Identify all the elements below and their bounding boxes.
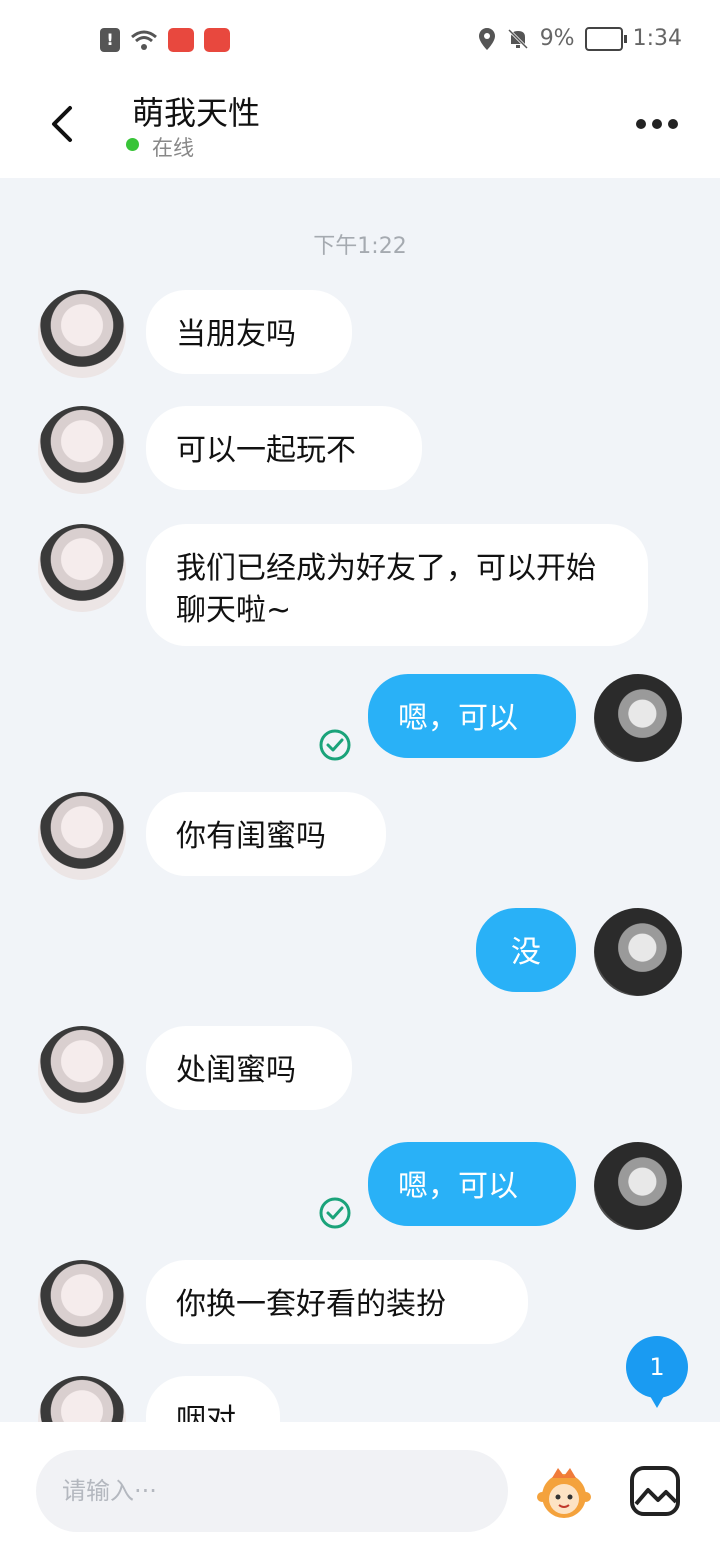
incoming-message-bubble[interactable]: 你有闺蜜吗 (146, 792, 386, 876)
chat-header: 萌我天性 在线 (0, 84, 720, 178)
status-left: ! (100, 28, 230, 52)
contact-avatar[interactable] (38, 792, 126, 880)
message-timestamp: 下午1:22 (313, 234, 407, 259)
my-avatar[interactable] (594, 1142, 682, 1230)
alert-icon: ! (100, 28, 120, 52)
incoming-message-bubble[interactable]: 你换一套好看的装扮 (146, 1260, 528, 1344)
battery-icon (584, 26, 627, 51)
input-bar (0, 1422, 720, 1560)
location-icon (478, 27, 495, 50)
more-options-icon[interactable] (634, 112, 680, 136)
message-list[interactable]: 下午1:22 当朋友吗 可以一起玩不 我们已经成为好友了，可以开始聊天啦~ 嗯，… (0, 178, 720, 1422)
contact-avatar[interactable] (38, 1376, 126, 1422)
unread-count-badge[interactable]: 1 (626, 1336, 688, 1408)
incoming-message-bubble[interactable]: 可以一起玩不 (146, 406, 422, 490)
outgoing-message-bubble[interactable]: 嗯，可以 (368, 1142, 576, 1226)
contact-avatar[interactable] (38, 290, 126, 378)
sticker-mascot-icon[interactable] (534, 1464, 594, 1524)
message-input[interactable] (36, 1450, 508, 1532)
my-avatar[interactable] (594, 674, 682, 762)
battery-percent: 9% (539, 26, 575, 51)
contact-avatar[interactable] (38, 1260, 126, 1348)
incoming-message-bubble[interactable]: 咽对 (146, 1376, 280, 1422)
clock-time: 1:34 (632, 26, 682, 51)
my-avatar[interactable] (594, 908, 682, 996)
incoming-message-bubble[interactable]: 当朋友吗 (146, 290, 352, 374)
contact-name: 萌我天性 (132, 94, 261, 132)
read-check-icon (319, 1197, 351, 1229)
incoming-message-bubble[interactable]: 处闺蜜吗 (146, 1026, 352, 1110)
app-icon (168, 28, 194, 52)
contact-avatar[interactable] (38, 1026, 126, 1114)
online-status-text: 在线 (152, 136, 194, 160)
wifi-icon (131, 30, 157, 50)
image-picker-icon[interactable] (628, 1464, 682, 1518)
outgoing-message-bubble[interactable]: 嗯，可以 (368, 674, 576, 758)
contact-avatar[interactable] (38, 524, 126, 612)
online-status-dot (126, 138, 139, 151)
status-bar: ! 9% 1:34 (0, 0, 720, 84)
incoming-message-bubble[interactable]: 我们已经成为好友了，可以开始聊天啦~ (146, 524, 648, 646)
read-check-icon (319, 729, 351, 761)
back-arrow-icon[interactable] (44, 104, 84, 144)
app-icon (204, 28, 230, 52)
mute-bell-icon (507, 28, 528, 49)
contact-avatar[interactable] (38, 406, 126, 494)
status-right: 9% 1:34 (478, 26, 682, 51)
outgoing-message-bubble[interactable]: 没 (476, 908, 576, 992)
